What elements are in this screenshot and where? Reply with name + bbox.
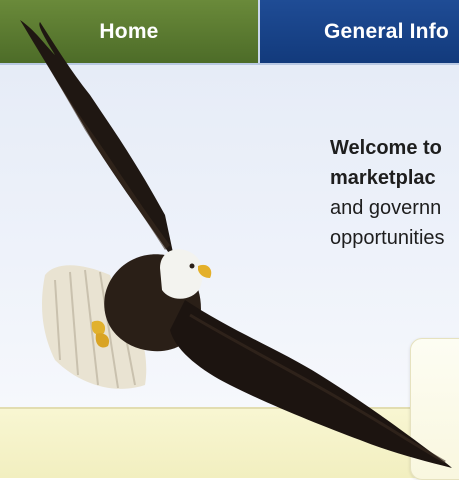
bald-eagle-image xyxy=(20,20,452,468)
